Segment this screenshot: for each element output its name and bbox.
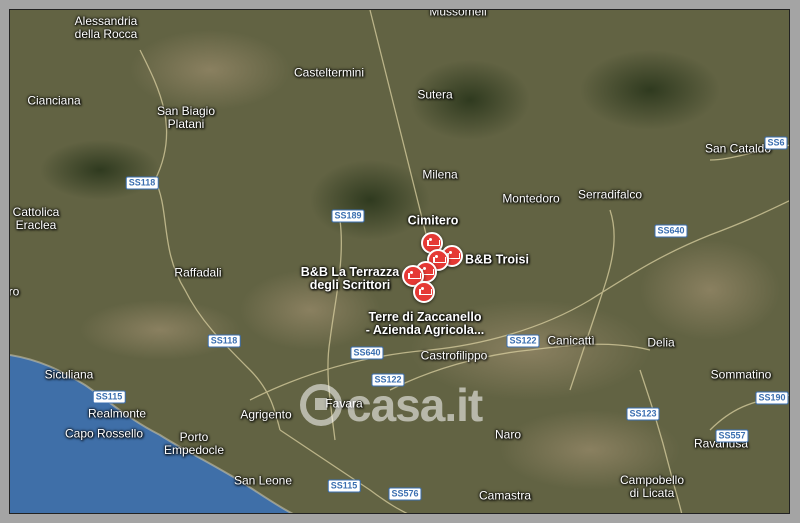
road-shield: SS115: [327, 479, 361, 493]
place-delia: Delia: [647, 335, 675, 350]
place-caporossello: Capo Rossello: [64, 426, 144, 441]
place-sutera: Sutera: [417, 87, 453, 102]
place-ro: ro: [9, 284, 20, 299]
casa-it-watermark: casa.it: [300, 378, 483, 432]
place-cattolica: Cattolica Eraclea: [12, 205, 60, 232]
road-shield: SS640: [654, 224, 688, 238]
road-shield: SS190: [755, 391, 789, 405]
place-mussomeli: Mussomeli: [429, 9, 487, 19]
place-naro: Naro: [494, 427, 522, 442]
poi-terre-zaccanello[interactable]: Terre di Zaccanello - Azienda Agricola..…: [366, 311, 485, 337]
road-shield: SS576: [388, 487, 422, 501]
road-shield: SS122: [506, 334, 540, 348]
road-shield: SS557: [715, 429, 749, 443]
place-sancataldo: San Cataldo: [704, 141, 772, 156]
place-casteltermini: Casteltermini: [293, 65, 365, 80]
place-sanleone: San Leone: [233, 473, 293, 488]
road-shield: SS118: [207, 334, 241, 348]
satellite-map[interactable]: Alessandria della Rocca Mussomeli Castel…: [9, 9, 790, 514]
place-camastra: Camastra: [478, 488, 532, 503]
map-frame: Alessandria della Rocca Mussomeli Castel…: [0, 0, 800, 523]
place-siculiana: Siculiana: [44, 367, 94, 382]
poi-bb-troisi[interactable]: B&B Troisi: [465, 253, 529, 267]
road-shield: SS115: [92, 390, 126, 404]
place-raffadali: Raffadali: [174, 265, 222, 280]
listing-pin[interactable]: [413, 281, 435, 303]
place-campobello: Campobello di Licata: [619, 473, 685, 500]
place-cimitero: Cimitero: [407, 213, 459, 228]
place-portoempedocle: Porto Empedocle: [163, 430, 225, 457]
place-alessandria: Alessandria della Rocca: [74, 14, 138, 41]
place-agrigento: Agrigento: [240, 407, 292, 422]
place-sommatino: Sommatino: [710, 367, 772, 382]
place-milena: Milena: [422, 167, 458, 182]
road-shield: SS6: [764, 136, 788, 150]
road-shield: SS640: [350, 346, 384, 360]
place-castrofilippo: Castrofilippo: [420, 348, 488, 363]
casa-logo-icon: [300, 384, 342, 426]
poi-bb-terrazza[interactable]: B&B La Terrazza degli Scrittori: [301, 266, 399, 292]
place-sanbiagio: San Biagio Platani: [156, 104, 216, 131]
road-shield: SS123: [626, 407, 660, 421]
road-shield: SS189: [331, 209, 365, 223]
place-realmonte: Realmonte: [87, 406, 147, 421]
place-cianciana: Cianciana: [27, 93, 81, 108]
place-montedoro: Montedoro: [502, 191, 560, 206]
road-shield: SS118: [125, 176, 159, 190]
place-canicatti: Canicattì: [547, 333, 595, 348]
place-serradifalco: Serradifalco: [577, 187, 643, 202]
